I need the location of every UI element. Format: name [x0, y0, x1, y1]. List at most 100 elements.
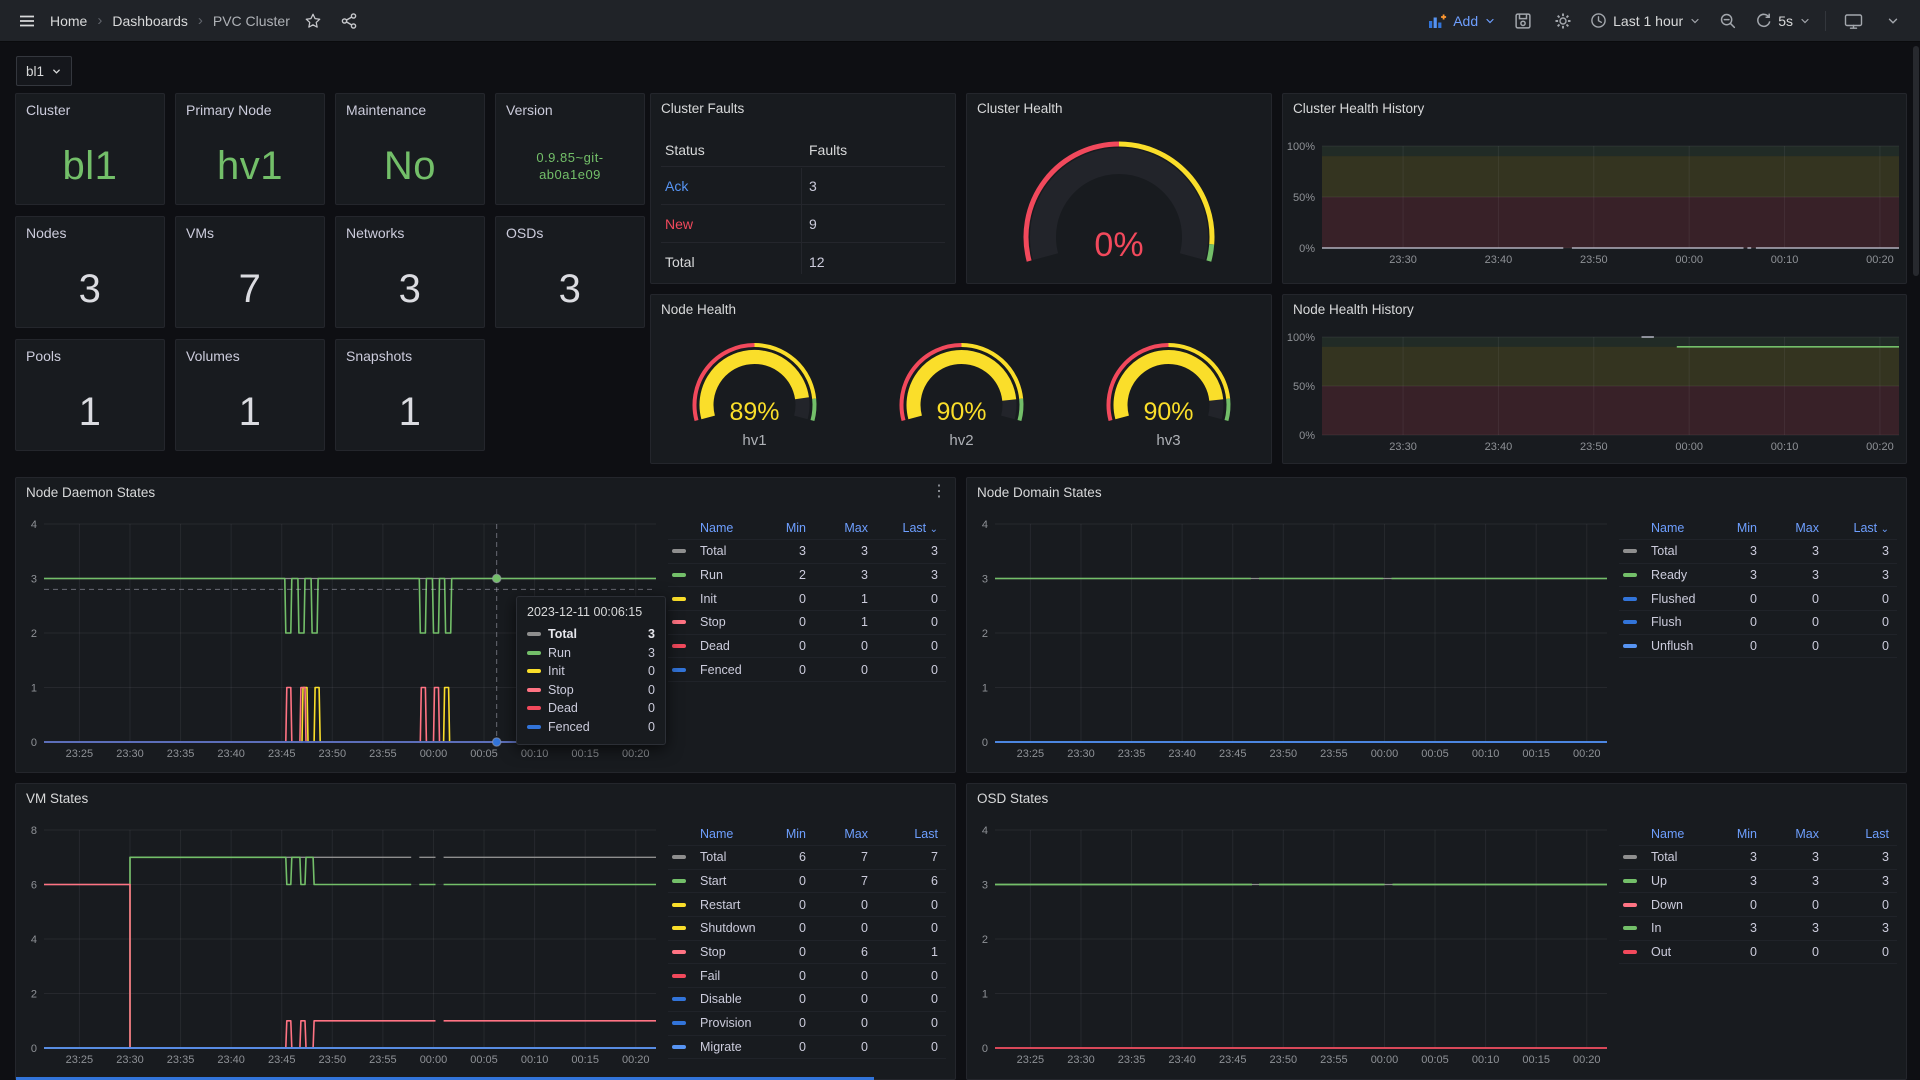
cluster-health-history-chart[interactable]: 0%50%100%23:3023:4023:5000:0000:1000:20: [1283, 94, 1906, 283]
svg-text:00:15: 00:15: [1522, 1054, 1550, 1066]
series-name[interactable]: Down: [1651, 898, 1707, 912]
series-name[interactable]: Provision: [700, 1016, 756, 1030]
series-swatch: [672, 879, 686, 883]
svg-text:23:50: 23:50: [1270, 1054, 1298, 1066]
svg-text:00:00: 00:00: [1371, 1054, 1399, 1066]
legend-col-name[interactable]: Name: [1651, 827, 1707, 841]
series-name[interactable]: Unflush: [1651, 639, 1707, 653]
zoom-out-time-button[interactable]: [1715, 8, 1741, 34]
series-name[interactable]: Ready: [1651, 568, 1707, 582]
node-health-history-chart[interactable]: 0%50%100%23:3023:4023:5000:0000:1000:20: [1283, 295, 1906, 463]
stat-value: 0.9.85~git-ab0a1e09: [496, 128, 644, 204]
series-min: 0: [756, 639, 806, 653]
legend-col-name[interactable]: Name: [1651, 521, 1707, 535]
legend-col[interactable]: Min: [756, 827, 806, 841]
time-range-picker[interactable]: Last 1 hour: [1590, 12, 1701, 29]
series-name[interactable]: Flushed: [1651, 592, 1707, 606]
legend-col[interactable]: Last: [868, 827, 938, 841]
series-swatch: [1623, 855, 1637, 859]
scrollbar[interactable]: [1913, 46, 1919, 276]
refresh-button[interactable]: 5s: [1755, 12, 1811, 29]
column-status[interactable]: Status: [665, 142, 705, 158]
chevron-down-icon: [1689, 15, 1701, 27]
series-max: 7: [806, 874, 868, 888]
legend-row: Fail000: [668, 964, 946, 988]
svg-text:00:00: 00:00: [420, 748, 448, 760]
series-min: 2: [756, 568, 806, 582]
panel-title: VMs: [186, 225, 214, 241]
legend-col[interactable]: Max: [1757, 521, 1819, 535]
fault-status[interactable]: New: [665, 216, 693, 232]
series-last: 0: [868, 592, 938, 606]
series-name[interactable]: Total: [700, 850, 756, 864]
variable-dropdown-cluster[interactable]: bl1: [16, 56, 72, 86]
series-min: 0: [1707, 898, 1757, 912]
stat-value: 3: [496, 251, 644, 327]
stat-value: 3: [336, 251, 484, 327]
series-last: 0: [868, 615, 938, 629]
menu-button[interactable]: [14, 8, 40, 34]
chevron-down-icon: [1799, 15, 1811, 27]
svg-text:23:30: 23:30: [1067, 1054, 1095, 1066]
series-name[interactable]: Disable: [700, 992, 756, 1006]
fault-status[interactable]: Ack: [665, 178, 688, 194]
svg-text:50%: 50%: [1293, 192, 1315, 204]
legend-col[interactable]: Min: [756, 521, 806, 535]
favorite-button[interactable]: [300, 8, 326, 34]
dashboard-settings-button[interactable]: [1550, 8, 1576, 34]
legend-col[interactable]: Min: [1707, 521, 1757, 535]
svg-text:23:50: 23:50: [1580, 254, 1608, 266]
series-name[interactable]: Stop: [700, 615, 756, 629]
panel-title[interactable]: Node Health: [661, 302, 736, 317]
legend-col[interactable]: Max: [806, 521, 868, 535]
column-faults[interactable]: Faults: [809, 142, 847, 158]
series-name[interactable]: Fenced: [700, 663, 756, 677]
legend-col[interactable]: Last: [1819, 827, 1889, 841]
panel-title[interactable]: Cluster Faults: [661, 101, 744, 116]
fault-status[interactable]: Total: [665, 254, 695, 270]
time-range-label: Last 1 hour: [1613, 13, 1683, 29]
series-name[interactable]: Shutdown: [700, 921, 756, 935]
legend-col-name[interactable]: Name: [700, 521, 756, 535]
series-name[interactable]: Dead: [700, 639, 756, 653]
panel-title[interactable]: Cluster Health: [977, 101, 1063, 116]
breadcrumb-home[interactable]: Home: [50, 13, 87, 29]
toolbar-expand-button[interactable]: [1880, 8, 1906, 34]
refresh-icon: [1755, 12, 1772, 29]
series-last: 0: [868, 898, 938, 912]
breadcrumb-dashboards[interactable]: Dashboards: [112, 13, 188, 29]
save-dashboard-button[interactable]: [1510, 8, 1536, 34]
series-max: 0: [806, 969, 868, 983]
series-name[interactable]: Fail: [700, 969, 756, 983]
svg-text:23:30: 23:30: [116, 748, 144, 760]
series-swatch: [672, 644, 686, 648]
series-name[interactable]: Init: [700, 592, 756, 606]
svg-text:23:25: 23:25: [1017, 748, 1045, 760]
legend-col[interactable]: Last ⌄: [868, 521, 938, 535]
share-button[interactable]: [336, 8, 362, 34]
zoom-out-icon: [1719, 12, 1737, 30]
panel-title: Snapshots: [346, 348, 412, 364]
kiosk-mode-button[interactable]: [1840, 8, 1866, 34]
legend-col[interactable]: Last ⌄: [1819, 521, 1889, 535]
stat-panel-vms: VMs 7: [175, 216, 325, 328]
series-name[interactable]: In: [1651, 921, 1707, 935]
svg-text:2: 2: [31, 989, 37, 1001]
legend-col-name[interactable]: Name: [700, 827, 756, 841]
add-button[interactable]: Add: [1428, 13, 1496, 29]
series-name[interactable]: Stop: [700, 945, 756, 959]
series-name[interactable]: Up: [1651, 874, 1707, 888]
series-name[interactable]: Out: [1651, 945, 1707, 959]
stat-panel-snapshots: Snapshots 1: [335, 339, 485, 451]
series-name[interactable]: Total: [1651, 544, 1707, 558]
series-name[interactable]: Run: [700, 568, 756, 582]
legend-col[interactable]: Max: [1757, 827, 1819, 841]
series-name[interactable]: Start: [700, 874, 756, 888]
legend-col[interactable]: Max: [806, 827, 868, 841]
series-name[interactable]: Migrate: [700, 1040, 756, 1054]
legend-col[interactable]: Min: [1707, 827, 1757, 841]
series-name[interactable]: Total: [1651, 850, 1707, 864]
series-name[interactable]: Restart: [700, 898, 756, 912]
series-name[interactable]: Flush: [1651, 615, 1707, 629]
series-name[interactable]: Total: [700, 544, 756, 558]
